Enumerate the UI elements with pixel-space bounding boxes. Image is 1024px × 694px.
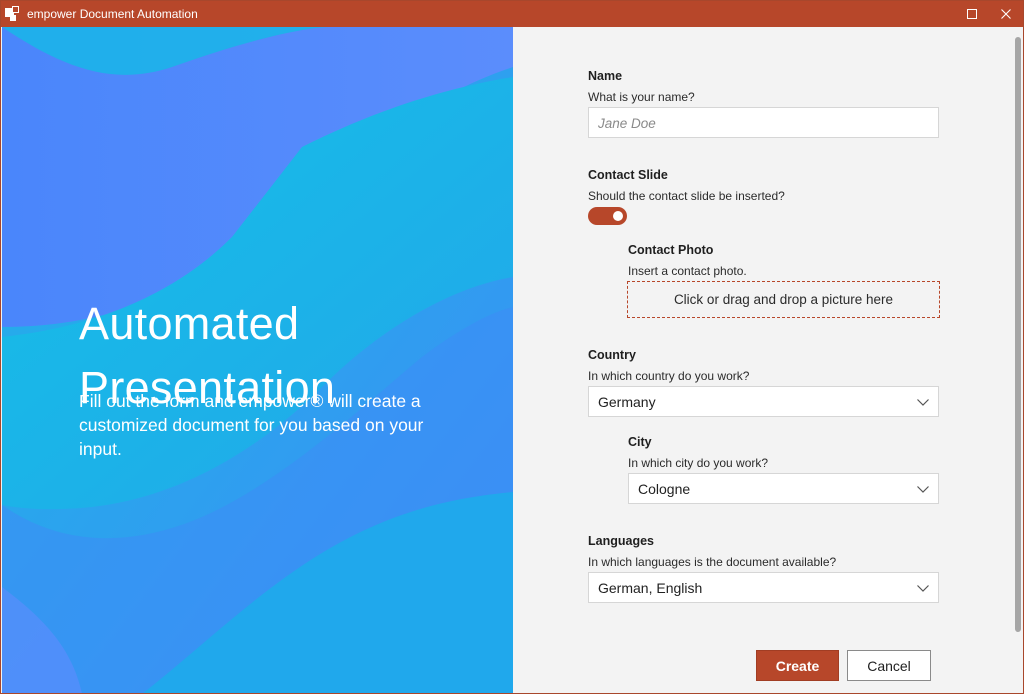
scrollbar[interactable] bbox=[1013, 27, 1023, 693]
contact-photo-label: Contact Photo bbox=[628, 243, 714, 257]
scrollbar-thumb[interactable] bbox=[1015, 37, 1021, 632]
city-value: Cologne bbox=[638, 481, 691, 497]
country-hint: In which country do you work? bbox=[588, 369, 750, 383]
maximize-button[interactable] bbox=[955, 1, 989, 27]
name-hint: What is your name? bbox=[588, 90, 695, 104]
hero-description: Fill out the form and empower® will crea… bbox=[79, 391, 424, 459]
city-select[interactable]: Cologne bbox=[628, 473, 939, 504]
title-bar: empower Document Automation bbox=[1, 1, 1023, 27]
contact-slide-label: Contact Slide bbox=[588, 168, 668, 182]
contact-photo-hint: Insert a contact photo. bbox=[628, 264, 747, 278]
languages-value: German, English bbox=[598, 580, 703, 596]
app-logo-icon bbox=[5, 6, 21, 22]
contact-slide-hint: Should the contact slide be inserted? bbox=[588, 189, 785, 203]
close-icon bbox=[1001, 9, 1011, 19]
name-placeholder: Jane Doe bbox=[598, 116, 656, 131]
country-value: Germany bbox=[598, 394, 656, 410]
country-select[interactable]: Germany bbox=[588, 386, 939, 417]
chevron-down-icon bbox=[917, 399, 929, 406]
cancel-button[interactable]: Cancel bbox=[847, 650, 931, 681]
country-label: Country bbox=[588, 348, 636, 362]
toggle-knob bbox=[613, 211, 623, 221]
chevron-down-icon bbox=[917, 486, 929, 493]
name-label: Name bbox=[588, 69, 623, 83]
city-hint: In which city do you work? bbox=[628, 456, 769, 470]
chevron-down-icon bbox=[917, 585, 929, 592]
dropzone-text: Click or drag and drop a picture here bbox=[673, 292, 894, 307]
languages-hint: In which languages is the document avail… bbox=[588, 555, 837, 569]
create-button[interactable]: Create bbox=[756, 650, 839, 681]
photo-dropzone[interactable]: Click or drag and drop a picture here bbox=[627, 281, 940, 318]
languages-label: Languages bbox=[588, 534, 654, 548]
hero-panel: Automated Presentation Fill out the form… bbox=[2, 27, 513, 693]
city-label: City bbox=[628, 435, 652, 449]
window-controls bbox=[955, 1, 1023, 27]
close-button[interactable] bbox=[989, 1, 1023, 27]
languages-select[interactable]: German, English bbox=[588, 572, 939, 603]
maximize-icon bbox=[967, 9, 977, 19]
hero-title-line1: Automated bbox=[79, 298, 300, 349]
window-title: empower Document Automation bbox=[27, 7, 198, 21]
name-input[interactable]: Jane Doe bbox=[588, 107, 939, 138]
app-window: empower Document Automation Automated Pr… bbox=[0, 0, 1024, 694]
contact-slide-toggle[interactable] bbox=[588, 207, 627, 225]
form-panel: Name What is your name? Jane Doe Contact… bbox=[513, 27, 1023, 693]
